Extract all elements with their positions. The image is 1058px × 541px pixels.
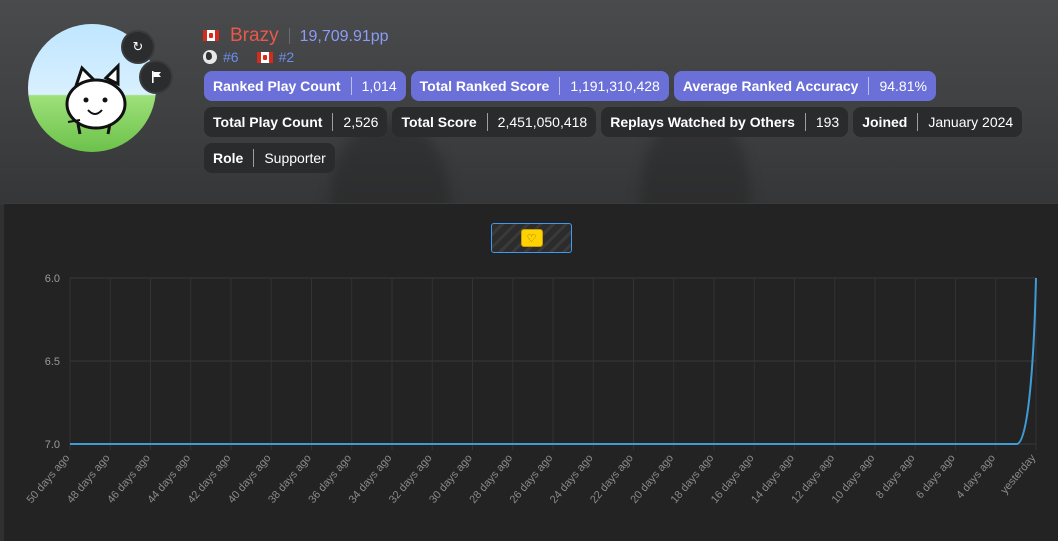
rank-history-chart: 6.0 6.5 7.0 50 days ago48 days ago46 days …: [25, 273, 1039, 506]
y-axis: 6.0 6.5 7.0: [45, 273, 60, 451]
x-tick-label: yesterday: [998, 452, 1038, 497]
chart-grid: [69, 277, 1037, 450]
y-tick-label: 7.0: [45, 439, 60, 451]
y-tick-label: 6.5: [45, 356, 60, 368]
x-tick-label: 4 days ago: [954, 452, 998, 501]
x-axis: 50 days ago48 days ago46 days ago44 days…: [25, 452, 1039, 506]
x-tick-label: 8 days ago: [874, 452, 918, 501]
x-tick-label: 6 days ago: [914, 452, 958, 501]
y-tick-label: 6.0: [45, 273, 60, 285]
